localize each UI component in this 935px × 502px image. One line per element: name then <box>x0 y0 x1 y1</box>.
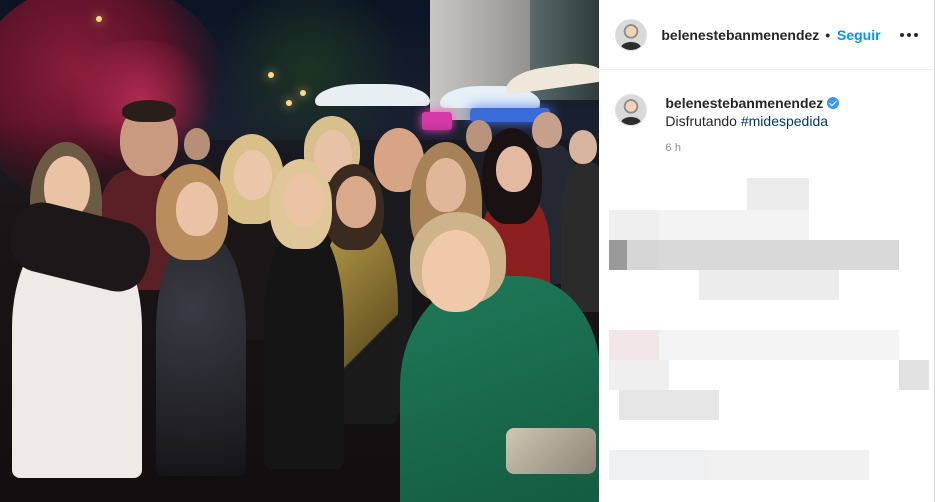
more-options-icon[interactable] <box>900 26 918 44</box>
street-light <box>268 72 274 78</box>
avatar[interactable] <box>615 18 648 51</box>
caption-body: Disfrutando <box>665 113 737 129</box>
caption-text: belenestebanmenendez Disfrutando #midesp… <box>665 94 840 130</box>
hashtag-link[interactable]: #midespedida <box>741 113 828 129</box>
caption-username[interactable]: belenestebanmenendez <box>665 95 823 111</box>
username-link[interactable]: belenestebanmenendez • Seguir <box>661 27 880 43</box>
caption-avatar[interactable] <box>615 94 648 126</box>
timestamp[interactable]: 6 h <box>665 142 934 154</box>
username[interactable]: belenestebanmenendez <box>661 27 819 43</box>
post-modal: belenestebanmenendez • Seguir belenesteb… <box>0 0 935 502</box>
post-header: belenestebanmenendez • Seguir <box>599 0 934 70</box>
post-sidebar: belenestebanmenendez • Seguir belenesteb… <box>599 0 934 502</box>
post-photo[interactable] <box>0 0 600 502</box>
street-light <box>300 90 306 96</box>
separator-dot: • <box>825 26 831 43</box>
follow-button[interactable]: Seguir <box>837 27 881 43</box>
street-light <box>286 100 292 106</box>
parasol <box>315 84 430 106</box>
caption: belenestebanmenendez Disfrutando #midesp… <box>599 70 934 130</box>
street-light <box>96 16 102 22</box>
clutch-bag <box>506 428 596 474</box>
verified-badge-icon <box>827 97 840 109</box>
